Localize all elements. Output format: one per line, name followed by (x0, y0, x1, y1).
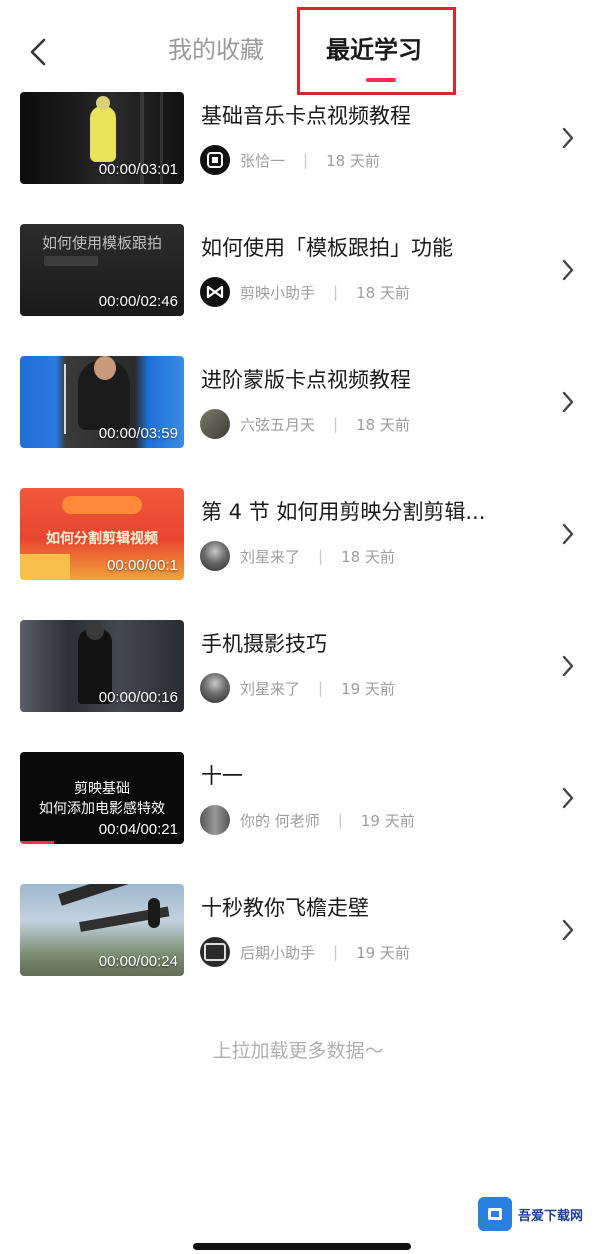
author-avatar (200, 937, 230, 967)
list-item[interactable]: 如何使用模板跟拍 00:00/02:46 如何使用「模板跟拍」功能 剪映小助手 … (0, 224, 596, 320)
author-name: 你的 何老师 (240, 811, 320, 830)
list-item[interactable]: 剪映基础 如何添加电影感特效 00:04/00:21 十一 你的 何老师 | 1… (0, 752, 596, 848)
author-avatar (200, 673, 230, 703)
video-meta: 刘星来了 | 18 天前 (200, 540, 395, 572)
thumbnail-caption: 剪映基础 (74, 781, 130, 797)
video-title: 基础音乐卡点视频教程 (201, 104, 411, 128)
thumbnail-caption: 如何添加电影感特效 (39, 801, 165, 817)
list-item[interactable]: 00:00/03:01 基础音乐卡点视频教程 张恰一 | 18 天前 (0, 92, 596, 188)
video-thumbnail: 00:00/00:16 (20, 620, 184, 712)
time-ago: 18 天前 (341, 547, 395, 566)
video-duration: 00:04/00:21 (98, 821, 178, 838)
video-duration: 00:00/02:46 (98, 293, 178, 310)
meta-divider: | (333, 283, 339, 301)
video-title: 第 4 节 如何用剪映分割剪辑... (201, 500, 486, 524)
list-item[interactable]: 00:00/03:59 进阶蒙版卡点视频教程 六弦五月天 | 18 天前 (0, 356, 596, 452)
video-duration: 00:00/00:1 (107, 557, 178, 574)
video-meta: 刘星来了 | 19 天前 (200, 672, 395, 704)
video-title: 如何使用「模板跟拍」功能 (201, 236, 453, 260)
site-watermark: 吾爱下载网 (478, 1197, 583, 1231)
video-duration: 00:00/03:59 (98, 425, 178, 442)
video-duration: 00:00/03:01 (98, 161, 178, 178)
video-thumbnail: 00:00/00:24 (20, 884, 184, 976)
chevron-right-icon[interactable] (558, 386, 578, 418)
chevron-left-icon (30, 38, 46, 66)
watermark-label: 吾爱下载网 (518, 1208, 584, 1224)
tab-recent-learning[interactable]: 最近学习 (326, 30, 422, 70)
video-title: 进阶蒙版卡点视频教程 (201, 368, 411, 392)
video-meta: 张恰一 | 18 天前 (200, 144, 380, 176)
author-name: 六弦五月天 (240, 415, 316, 434)
video-thumbnail: 00:00/03:01 (20, 92, 184, 184)
video-duration: 00:00/00:16 (98, 689, 178, 706)
video-title: 手机摄影技巧 (201, 632, 327, 656)
author-avatar (200, 805, 230, 835)
active-tab-indicator (366, 78, 396, 82)
time-ago: 18 天前 (326, 151, 380, 170)
meta-divider: | (318, 547, 324, 565)
author-avatar (200, 409, 230, 439)
video-thumbnail: 如何使用模板跟拍 00:00/02:46 (20, 224, 184, 316)
video-meta: 你的 何老师 | 19 天前 (200, 804, 415, 836)
time-ago: 18 天前 (356, 283, 410, 302)
chevron-right-icon[interactable] (558, 914, 578, 946)
video-title: 十一 (201, 764, 243, 788)
list-item[interactable]: 00:00/00:24 十秒教你飞檐走壁 后期小助手 | 19 天前 (0, 884, 596, 980)
load-more-hint: 上拉加载更多数据～ (212, 1040, 384, 1062)
author-avatar (200, 541, 230, 571)
thumbnail-caption: 如何使用模板跟拍 (41, 234, 162, 252)
time-ago: 19 天前 (360, 811, 415, 830)
author-name: 张恰一 (240, 151, 286, 170)
watermark-logo-icon (478, 1197, 512, 1231)
video-meta: 后期小助手 | 19 天前 (200, 936, 410, 968)
home-indicator[interactable] (193, 1243, 411, 1250)
meta-divider: | (337, 811, 343, 829)
meta-divider: | (333, 415, 339, 433)
video-meta: 剪映小助手 | 18 天前 (200, 276, 410, 308)
chevron-right-icon[interactable] (558, 254, 578, 286)
video-thumbnail: 剪映基础 如何添加电影感特效 00:04/00:21 (20, 752, 184, 844)
meta-divider: | (318, 679, 324, 697)
chevron-right-icon[interactable] (558, 122, 578, 154)
back-button[interactable] (18, 28, 58, 76)
time-ago: 19 天前 (356, 943, 410, 962)
video-thumbnail: 如何分割剪辑视频 00:00/00:1 (20, 488, 184, 580)
tab-favorites[interactable]: 我的收藏 (168, 30, 264, 70)
chevron-right-icon[interactable] (558, 518, 578, 550)
chevron-right-icon[interactable] (558, 782, 578, 814)
top-nav: 我的收藏 最近学习 (0, 0, 596, 96)
capcut-logo-icon (200, 277, 230, 307)
meta-divider: | (303, 151, 309, 169)
author-avatar (200, 145, 230, 175)
meta-divider: | (333, 943, 339, 961)
chevron-right-icon[interactable] (558, 650, 578, 682)
video-duration: 00:00/00:24 (98, 953, 178, 970)
list-item[interactable]: 如何分割剪辑视频 00:00/00:1 第 4 节 如何用剪映分割剪辑... 刘… (0, 488, 596, 584)
author-name: 后期小助手 (240, 943, 316, 962)
time-ago: 18 天前 (356, 415, 410, 434)
list-item[interactable]: 00:00/00:16 手机摄影技巧 刘星来了 | 19 天前 (0, 620, 596, 716)
video-title: 十秒教你飞檐走壁 (201, 896, 369, 920)
thumbnail-caption: 如何分割剪辑视频 (46, 531, 158, 547)
time-ago: 19 天前 (341, 679, 395, 698)
video-thumbnail: 00:00/03:59 (20, 356, 184, 448)
author-name: 剪映小助手 (240, 283, 316, 302)
author-name: 刘星来了 (240, 679, 301, 698)
video-meta: 六弦五月天 | 18 天前 (200, 408, 410, 440)
author-name: 刘星来了 (240, 547, 301, 566)
